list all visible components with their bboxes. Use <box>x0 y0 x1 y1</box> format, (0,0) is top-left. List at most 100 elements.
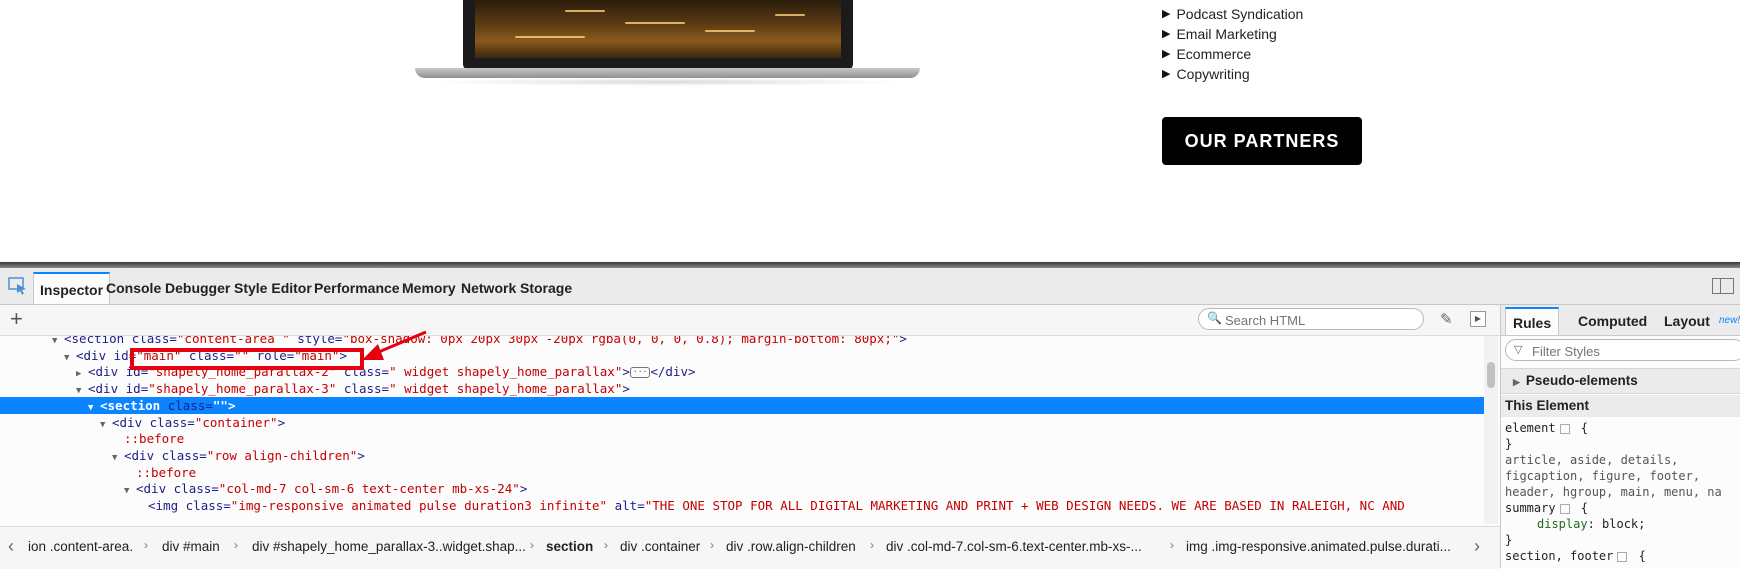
our-partners-button[interactable]: OUR PARTNERS <box>1162 117 1362 165</box>
tag-open: <div <box>76 347 114 363</box>
collapsed-children-button[interactable]: ··· <box>629 367 651 379</box>
laptop-base <box>415 68 920 78</box>
markup-node-selected[interactable]: ▼ <section class=""> <box>0 396 1484 414</box>
markup-node[interactable]: <img class="img-responsive animated puls… <box>0 497 1484 514</box>
filter-styles-input[interactable] <box>1530 341 1734 361</box>
attr-name: class= <box>131 336 177 346</box>
markup-node[interactable]: ▼ <div class="container"> <box>0 414 1484 431</box>
markup-node[interactable]: ▼ <div class="row align-children"> <box>0 447 1484 464</box>
attr-value[interactable]: "row align-children" <box>207 448 358 463</box>
attr-value[interactable]: "img-responsive animated pulse duration3… <box>231 498 607 513</box>
service-label: Email Marketing <box>1176 26 1277 42</box>
chevron-right-icon: › <box>234 538 238 552</box>
tag-close: > <box>227 397 236 413</box>
css-rule-line: summary { <box>1505 500 1740 516</box>
tab-performance[interactable]: Performance <box>308 272 406 304</box>
add-node-icon[interactable]: + <box>10 307 23 331</box>
breadcrumb-item[interactable]: div .row.align-children <box>726 539 856 554</box>
tag-open: <img <box>148 498 186 513</box>
css-value[interactable]: block; <box>1602 517 1645 531</box>
search-icon: 🔍 <box>1207 311 1222 325</box>
attr-value[interactable]: "shapely_home_parallax-3" <box>148 381 336 396</box>
attr-value[interactable]: "content-area " <box>177 336 290 346</box>
breadcrumb-item[interactable]: img .img-responsive.animated.pulse.durat… <box>1186 539 1451 554</box>
attr-value[interactable]: "" <box>213 398 228 413</box>
breadcrumb-item[interactable]: div .container <box>620 539 700 554</box>
tag-open: <div <box>136 481 174 497</box>
chevron-left-icon[interactable]: ‹ <box>8 536 14 557</box>
tab-inspector[interactable]: Inspector <box>33 272 111 304</box>
tab-network[interactable]: Network <box>455 272 522 304</box>
attr-value[interactable]: "col-md-7 col-sm-6 text-center mb-xs-24" <box>219 481 520 496</box>
tab-memory[interactable]: Memory <box>396 272 462 304</box>
markup-node[interactable]: ▼ <div class="col-md-7 col-sm-6 text-cent… <box>0 480 1484 497</box>
css-property[interactable]: display <box>1505 517 1588 531</box>
tab-storage[interactable]: Storage <box>514 272 578 304</box>
pseudo-elements-label: Pseudo-elements <box>1525 373 1638 388</box>
tag-open: <section <box>64 336 132 346</box>
breadcrumb-item[interactable]: div .col-md-7.col-sm-6.text-center.mb-xs… <box>886 539 1142 554</box>
laptop-screen <box>475 0 841 58</box>
breadcrumb-item[interactable]: div #shapely_home_parallax-3..widget.sha… <box>252 539 526 554</box>
tag-open: <section <box>100 397 168 413</box>
markup-scrollbar[interactable] <box>1484 336 1498 524</box>
pseudo-elements-header[interactable]: ▶ Pseudo-elements <box>1501 368 1740 394</box>
laptop-image <box>415 0 920 90</box>
breadcrumb-item[interactable]: ion .content-area. <box>28 539 133 554</box>
devtools-panel: Inspector Console Debugger Style Editor … <box>0 268 1740 569</box>
laptop-shadow <box>425 78 910 86</box>
markup-node[interactable]: ▼ <div id="shapely_home_parallax-3" class… <box>0 380 1484 397</box>
tab-layout[interactable]: Layout <box>1657 307 1717 335</box>
tab-console[interactable]: Console <box>100 272 167 304</box>
css-rule-line: } <box>1505 436 1740 452</box>
triangle-right-icon: ▶ <box>1162 48 1171 60</box>
expand-panel-icon[interactable]: ▶ <box>1470 311 1486 327</box>
search-html-input[interactable] <box>1223 310 1417 330</box>
css-selector: element <box>1505 421 1556 435</box>
triangle-right-icon: ▶ <box>1162 28 1171 40</box>
tab-computed[interactable]: Computed <box>1571 307 1654 335</box>
chevron-right-icon: › <box>710 538 714 552</box>
tab-style-editor[interactable]: Style Editor <box>228 272 318 304</box>
brace-open: { <box>1573 501 1589 515</box>
css-selector: } <box>1505 533 1513 547</box>
filter-styles-field[interactable]: ▽ <box>1505 339 1740 361</box>
service-item: ▶ Ecommerce <box>1162 44 1303 64</box>
eyedropper-icon[interactable]: ✎ <box>1440 310 1453 328</box>
attr-value[interactable]: "container" <box>195 415 278 430</box>
tab-rules[interactable]: Rules <box>1505 307 1560 335</box>
laptop-screen-frame <box>463 0 853 70</box>
attr-value[interactable]: " widget shapely_home_parallax" <box>389 381 622 396</box>
attr-value[interactable]: "THE ONE STOP FOR ALL DIGITAL MARKETING … <box>645 498 1405 513</box>
css-rule-line: article, aside, details, <box>1505 452 1740 468</box>
css-selector: header, hgroup, main, menu, na <box>1505 485 1722 499</box>
markup-node[interactable]: ::before <box>0 464 1484 481</box>
scrollbar-thumb[interactable] <box>1487 362 1495 388</box>
css-selector: summary <box>1505 501 1556 515</box>
element-picker-icon[interactable] <box>8 277 28 295</box>
css-rule-line: section, footer { <box>1505 548 1740 564</box>
rules-sidebar: Rules Computed Layout new! ▽ ▶ Pseudo-ele… <box>1500 305 1740 568</box>
tag-close: > <box>622 381 630 397</box>
triangle-right-icon: ▶ <box>1162 8 1171 20</box>
css-rule-line: figcaption, figure, footer, <box>1505 468 1740 484</box>
dock-layout-icon[interactable] <box>1712 278 1734 294</box>
tag-end: </div> <box>650 364 696 380</box>
devtools-tabbar: Inspector Console Debugger Style Editor … <box>0 268 1740 305</box>
service-label: Copywriting <box>1176 66 1250 82</box>
css-rule-line: } <box>1505 532 1740 548</box>
chevron-right-icon: › <box>144 538 148 552</box>
tag-close: > <box>899 336 907 346</box>
annotation-highlight-box <box>130 348 364 370</box>
breadcrumb-item-current[interactable]: section <box>546 539 593 554</box>
rule-options-icon[interactable] <box>1559 423 1570 434</box>
markup-node[interactable]: ::before <box>0 430 1484 447</box>
search-html-field[interactable]: 🔍 <box>1198 308 1424 330</box>
rule-options-icon[interactable] <box>1559 503 1570 514</box>
markup-node[interactable]: ▼ <section class="content-area " style="b… <box>0 336 1484 347</box>
chevron-right-scroll-icon[interactable]: › <box>1474 536 1480 557</box>
tag-close: > <box>622 364 630 380</box>
rule-options-icon[interactable] <box>1617 551 1628 562</box>
tab-debugger[interactable]: Debugger <box>159 272 236 304</box>
breadcrumb-item[interactable]: div #main <box>162 539 220 554</box>
